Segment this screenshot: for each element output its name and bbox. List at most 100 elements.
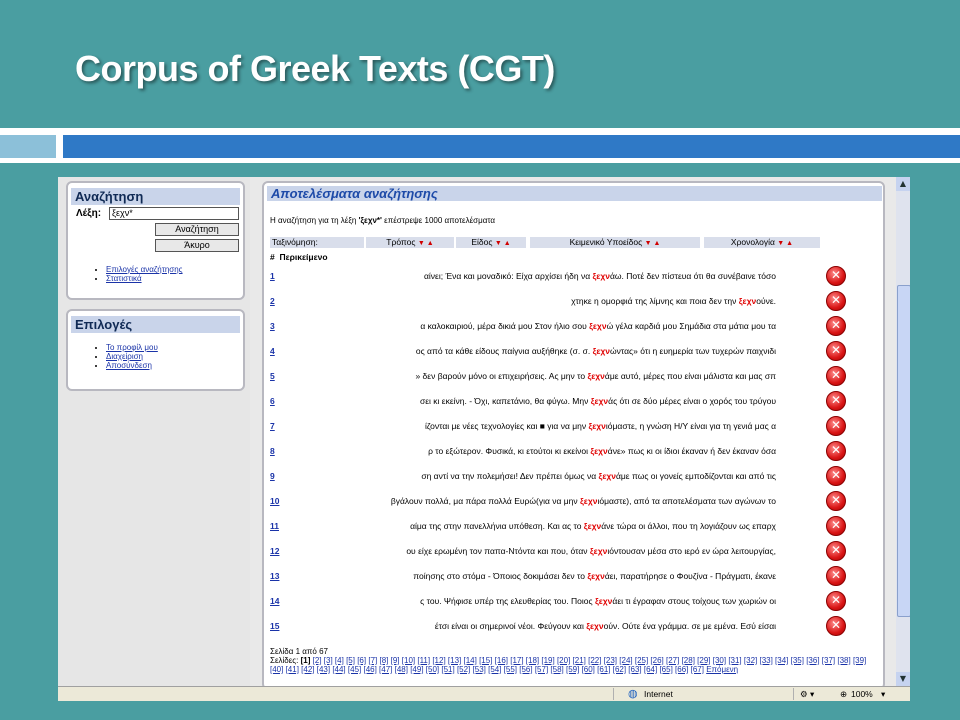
page-link[interactable]: [22]: [588, 656, 601, 665]
scroll-up-icon[interactable]: ▲: [896, 177, 910, 191]
cancel-button[interactable]: Άκυρο: [155, 239, 239, 252]
delete-icon[interactable]: ✕: [826, 291, 846, 311]
page-link[interactable]: [26]: [650, 656, 663, 665]
zoom-level[interactable]: 100%: [851, 687, 873, 701]
word-input[interactable]: ξεχν*: [109, 207, 239, 220]
zoom-dropdown-icon[interactable]: ▾: [881, 687, 885, 701]
page-link[interactable]: [14]: [463, 656, 476, 665]
page-link[interactable]: [31]: [728, 656, 741, 665]
scrollbar-thumb[interactable]: [897, 285, 910, 617]
page-link[interactable]: [28]: [682, 656, 695, 665]
page-link[interactable]: [41]: [286, 665, 299, 674]
sort-column-genre[interactable]: Είδος ▼ ▲: [456, 237, 526, 248]
delete-icon[interactable]: ✕: [826, 516, 846, 536]
page-link[interactable]: [29]: [697, 656, 710, 665]
sort-arrows-icon[interactable]: ▼ ▲: [645, 240, 661, 247]
page-link[interactable]: [34]: [775, 656, 788, 665]
page-link[interactable]: [18]: [526, 656, 539, 665]
delete-icon[interactable]: ✕: [826, 566, 846, 586]
logout-link[interactable]: Αποσύνδεση: [106, 361, 152, 370]
result-number-link[interactable]: 11: [270, 519, 279, 533]
page-link[interactable]: [32]: [744, 656, 757, 665]
delete-icon[interactable]: ✕: [826, 391, 846, 411]
delete-icon[interactable]: ✕: [826, 366, 846, 386]
page-link[interactable]: [56]: [519, 665, 532, 674]
page-link[interactable]: [16]: [495, 656, 508, 665]
delete-icon[interactable]: ✕: [826, 316, 846, 336]
sort-column-mode[interactable]: Τρόπος ▼ ▲: [366, 237, 454, 248]
page-link[interactable]: [48]: [395, 665, 408, 674]
search-button[interactable]: Αναζήτηση: [155, 223, 239, 236]
page-link[interactable]: [2]: [313, 656, 322, 665]
page-link[interactable]: [45]: [348, 665, 361, 674]
page-link[interactable]: [51]: [441, 665, 454, 674]
statistics-link[interactable]: Στατιστικά: [106, 274, 142, 283]
page-link[interactable]: [6]: [357, 656, 366, 665]
result-number-link[interactable]: 12: [270, 544, 279, 558]
page-link[interactable]: [55]: [504, 665, 517, 674]
page-link[interactable]: [54]: [488, 665, 501, 674]
page-link[interactable]: [36]: [806, 656, 819, 665]
page-link[interactable]: [53]: [473, 665, 486, 674]
page-link[interactable]: [63]: [628, 665, 641, 674]
sort-arrows-icon[interactable]: ▼ ▲: [418, 240, 434, 247]
delete-icon[interactable]: ✕: [826, 491, 846, 511]
page-link[interactable]: [64]: [644, 665, 657, 674]
delete-icon[interactable]: ✕: [826, 266, 846, 286]
scroll-down-icon[interactable]: ▼: [896, 672, 910, 686]
page-link[interactable]: [60]: [582, 665, 595, 674]
sort-arrows-icon[interactable]: ▼ ▲: [495, 240, 511, 247]
page-link[interactable]: [61]: [597, 665, 610, 674]
page-link[interactable]: [62]: [613, 665, 626, 674]
page-link[interactable]: [65]: [659, 665, 672, 674]
administration-link[interactable]: Διαχείριση: [106, 352, 143, 361]
page-link[interactable]: [7]: [368, 656, 377, 665]
result-number-link[interactable]: 6: [270, 394, 275, 408]
page-link[interactable]: [39]: [853, 656, 866, 665]
page-link[interactable]: [10]: [402, 656, 415, 665]
page-link[interactable]: [23]: [604, 656, 617, 665]
page-link[interactable]: [9]: [391, 656, 400, 665]
page-link[interactable]: [47]: [379, 665, 392, 674]
page-link[interactable]: [21]: [573, 656, 586, 665]
result-number-link[interactable]: 3: [270, 319, 275, 333]
result-number-link[interactable]: 13: [270, 569, 279, 583]
page-link[interactable]: [33]: [759, 656, 772, 665]
page-link[interactable]: [27]: [666, 656, 679, 665]
result-number-link[interactable]: 8: [270, 444, 275, 458]
page-link[interactable]: [38]: [837, 656, 850, 665]
protected-mode-icon[interactable]: ⚙ ▾: [800, 687, 814, 701]
page-link[interactable]: [13]: [448, 656, 461, 665]
result-number-link[interactable]: 2: [270, 294, 275, 308]
page-link[interactable]: [46]: [363, 665, 376, 674]
delete-icon[interactable]: ✕: [826, 541, 846, 561]
page-link[interactable]: [12]: [432, 656, 445, 665]
page-link[interactable]: [37]: [822, 656, 835, 665]
delete-icon[interactable]: ✕: [826, 616, 846, 636]
page-link[interactable]: [59]: [566, 665, 579, 674]
sort-column-date[interactable]: Χρονολογία ▼ ▲: [704, 237, 820, 248]
page-link[interactable]: [24]: [619, 656, 632, 665]
result-number-link[interactable]: 1: [270, 269, 275, 283]
result-number-link[interactable]: 5: [270, 369, 275, 383]
page-link[interactable]: [35]: [791, 656, 804, 665]
result-number-link[interactable]: 15: [270, 619, 279, 633]
page-link[interactable]: [17]: [510, 656, 523, 665]
vertical-scrollbar[interactable]: ▲ ▼: [896, 177, 910, 686]
sort-column-subgenre[interactable]: Κειμενικό Υποείδος ▼ ▲: [530, 237, 700, 248]
page-link[interactable]: [20]: [557, 656, 570, 665]
page-link[interactable]: [19]: [541, 656, 554, 665]
search-options-link[interactable]: Επιλογές αναζήτησης: [106, 265, 183, 274]
sort-arrows-icon[interactable]: ▼ ▲: [777, 240, 793, 247]
result-number-link[interactable]: 9: [270, 469, 275, 483]
zoom-icon[interactable]: ⊕: [840, 687, 847, 701]
page-link[interactable]: [50]: [426, 665, 439, 674]
page-link[interactable]: [49]: [410, 665, 423, 674]
page-link[interactable]: [57]: [535, 665, 548, 674]
page-link[interactable]: [43]: [317, 665, 330, 674]
page-link[interactable]: [44]: [332, 665, 345, 674]
page-link[interactable]: [25]: [635, 656, 648, 665]
page-link[interactable]: [58]: [550, 665, 563, 674]
result-number-link[interactable]: 4: [270, 344, 275, 358]
page-link[interactable]: [52]: [457, 665, 470, 674]
